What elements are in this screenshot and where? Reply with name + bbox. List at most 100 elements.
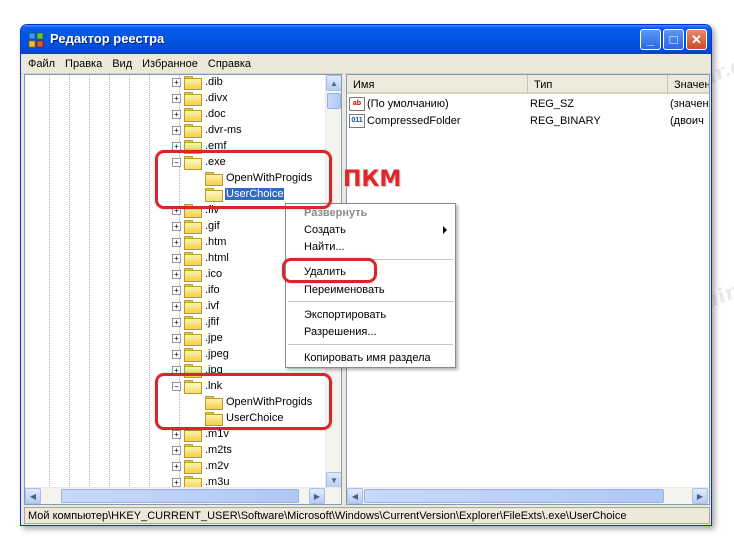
folder-icon xyxy=(184,331,202,346)
menu-item-rename[interactable]: Переименовать xyxy=(304,281,385,298)
expand-icon[interactable]: + xyxy=(172,125,181,135)
scroll-left-button[interactable]: ◀ xyxy=(25,488,41,504)
expand-icon[interactable]: + xyxy=(172,301,181,311)
folder-icon xyxy=(184,219,202,234)
minimize-button[interactable]: _ xyxy=(640,29,661,50)
folder-icon xyxy=(184,267,202,282)
expand-icon[interactable]: + xyxy=(172,77,181,87)
status-path: Мой компьютер\HKEY_CURRENT_USER\Software… xyxy=(28,509,627,522)
folder-icon xyxy=(184,91,202,106)
expand-icon[interactable]: + xyxy=(172,269,181,279)
tree-item-label: .divx xyxy=(205,92,228,104)
expand-icon[interactable]: + xyxy=(172,93,181,103)
column-type-header[interactable]: Тип xyxy=(528,75,668,94)
tree-horizontal-scrollbar[interactable]: ◀ ▶ xyxy=(25,487,341,504)
list-header: Имя Тип Значен xyxy=(347,75,709,94)
expand-icon[interactable]: + xyxy=(172,461,181,471)
tree-item-label: .jpeg xyxy=(205,348,229,360)
menu-item-export[interactable]: Экспортировать xyxy=(304,306,386,323)
tree-item[interactable]: + .jpeg xyxy=(172,346,230,362)
list-item[interactable]: ab (По умолчанию) REG_SZ (значен xyxy=(349,95,709,112)
tree-item[interactable]: + .ico xyxy=(172,266,223,282)
tree-item-label: .dib xyxy=(205,76,223,88)
tree-item-label: .m2v xyxy=(205,460,229,472)
scroll-down-button[interactable]: ▼ xyxy=(326,472,341,488)
folder-icon xyxy=(184,75,202,90)
tree-item[interactable]: + .html xyxy=(172,250,230,266)
scroll-left-button[interactable]: ◀ xyxy=(347,488,363,504)
tree-item-label: .html xyxy=(205,252,229,264)
menu-item-new[interactable]: Создать xyxy=(304,221,346,238)
tree-item[interactable]: + .ifo xyxy=(172,282,221,298)
scroll-up-button[interactable]: ▲ xyxy=(326,75,341,91)
expand-icon[interactable]: + xyxy=(172,445,181,455)
menu-edit[interactable]: Правка xyxy=(60,58,107,70)
tree-item[interactable]: + .dvr-ms xyxy=(172,122,243,138)
scroll-right-button[interactable]: ▶ xyxy=(692,488,708,504)
column-name-header[interactable]: Имя xyxy=(347,75,528,94)
tree-item[interactable]: + .doc xyxy=(172,106,227,122)
expand-icon[interactable]: + xyxy=(172,221,181,231)
value-name: (По умолчанию) xyxy=(367,97,449,110)
maximize-button[interactable]: □ xyxy=(663,29,684,50)
tree-item-label: .doc xyxy=(205,108,226,120)
expand-icon[interactable]: + xyxy=(172,285,181,295)
registry-app-icon xyxy=(28,32,44,48)
tree-item[interactable]: + .htm xyxy=(172,234,227,250)
expand-icon[interactable]: + xyxy=(172,109,181,119)
value-name: CompressedFolder xyxy=(367,114,461,127)
expand-icon[interactable]: + xyxy=(172,349,181,359)
scroll-thumb[interactable] xyxy=(327,93,341,109)
tree-item[interactable]: + .jfif xyxy=(172,314,220,330)
title-bar[interactable]: Редактор реестра _ □ ✕ xyxy=(21,25,711,54)
expand-icon[interactable]: + xyxy=(172,237,181,247)
tree-item-label: .ivf xyxy=(205,300,220,312)
window-title: Редактор реестра xyxy=(50,31,165,46)
menu-separator xyxy=(288,301,453,302)
tree-item[interactable]: + .dib xyxy=(172,75,224,90)
tree-item[interactable]: + .gif xyxy=(172,218,221,234)
expand-icon[interactable]: + xyxy=(172,477,181,487)
tree-item[interactable]: + .m2v xyxy=(172,458,230,474)
value-type: REG_SZ xyxy=(530,97,575,110)
folder-icon xyxy=(184,123,202,138)
folder-icon xyxy=(184,459,202,474)
tree-item-label: .ifo xyxy=(205,284,220,296)
menu-help[interactable]: Справка xyxy=(203,58,256,70)
tree-item[interactable]: + .m2ts xyxy=(172,442,233,458)
binary-value-icon: 011 xyxy=(349,113,365,128)
menu-bar: Файл Правка Вид Избранное Справка xyxy=(21,54,711,74)
folder-icon xyxy=(184,299,202,314)
expand-icon[interactable]: + xyxy=(172,429,181,439)
tree-item[interactable]: + .ivf xyxy=(172,298,220,314)
tree-item[interactable]: + .divx xyxy=(172,90,229,106)
expand-icon[interactable]: + xyxy=(172,317,181,327)
highlight-delete-item xyxy=(282,258,377,283)
status-bar: Мой компьютер\HKEY_CURRENT_USER\Software… xyxy=(24,507,710,524)
scroll-right-button[interactable]: ▶ xyxy=(309,488,325,504)
menu-file[interactable]: Файл xyxy=(23,58,60,70)
annotation-label: ПКМ xyxy=(343,167,402,192)
expand-icon[interactable]: + xyxy=(172,333,181,343)
menu-item-copy-key-name[interactable]: Копировать имя раздела xyxy=(304,349,431,366)
list-horizontal-scrollbar[interactable]: ◀ ▶ xyxy=(347,487,709,504)
tree-item-label: .jpe xyxy=(205,332,223,344)
tree-item-label: .m2ts xyxy=(205,444,232,456)
scroll-thumb[interactable] xyxy=(61,489,299,503)
close-button[interactable]: ✕ xyxy=(686,29,707,50)
menu-view[interactable]: Вид xyxy=(107,58,137,70)
tree-item-label: .htm xyxy=(205,236,227,248)
list-item[interactable]: 011 CompressedFolder REG_BINARY (двоич xyxy=(349,112,709,129)
highlight-exe-key xyxy=(155,150,332,209)
folder-icon xyxy=(184,107,202,122)
column-value-header[interactable]: Значен xyxy=(668,75,709,94)
tree-item[interactable]: + .jpe xyxy=(172,330,224,346)
expand-icon[interactable]: + xyxy=(172,253,181,263)
menu-item-find[interactable]: Найти... xyxy=(304,238,345,255)
scroll-thumb[interactable] xyxy=(364,489,664,503)
value-data: (значен xyxy=(670,97,709,110)
menu-separator xyxy=(288,344,453,345)
menu-item-permissions[interactable]: Разрешения... xyxy=(304,323,377,340)
folder-icon xyxy=(184,347,202,362)
menu-favorites[interactable]: Избранное xyxy=(137,58,203,70)
